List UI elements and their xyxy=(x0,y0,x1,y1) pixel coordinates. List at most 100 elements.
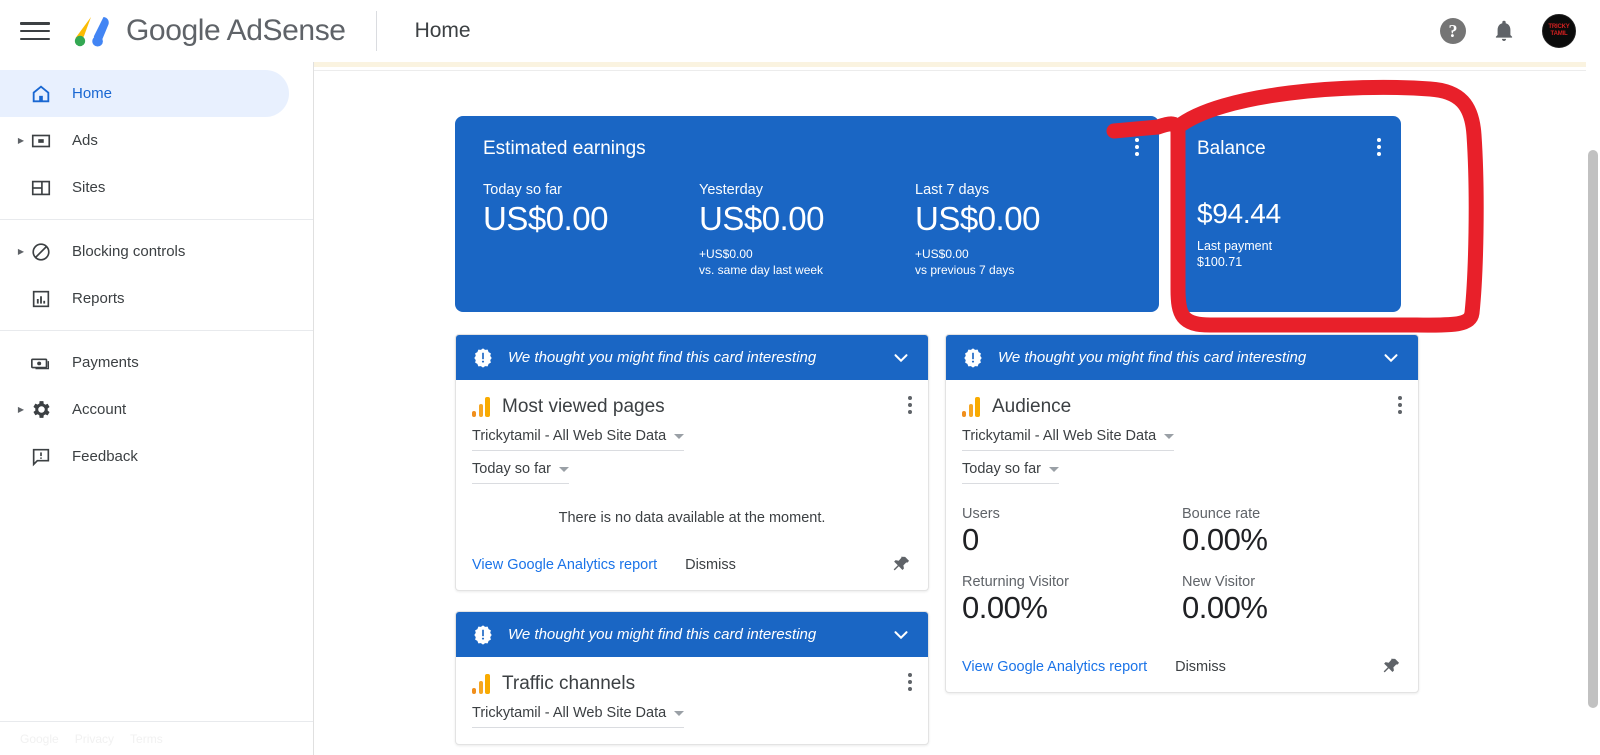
home-icon xyxy=(28,83,54,105)
property-select[interactable]: Trickytamil - All Web Site Data xyxy=(962,428,1175,451)
brand-logo[interactable]: Google AdSense xyxy=(72,14,346,48)
pin-icon[interactable] xyxy=(1380,656,1402,678)
earnings-card-menu-icon[interactable] xyxy=(1135,138,1139,156)
sidebar-item-sites[interactable]: Sites xyxy=(0,164,289,211)
summary-row: Estimated earnings Today so far US$0.00 … xyxy=(455,116,1401,312)
chevron-right-icon[interactable]: ▶ xyxy=(14,136,28,145)
chevron-right-icon[interactable]: ▶ xyxy=(14,405,28,414)
card-body: Most viewed pages Trickytamil - All Web … xyxy=(456,380,928,536)
stat-returning-visitor: Returning Visitor 0.00% xyxy=(962,574,1182,638)
avatar-line-2: TAMIL xyxy=(1550,31,1568,37)
sidebar-footer: Google Privacy Terms xyxy=(0,721,313,755)
main-content: Estimated earnings Today so far US$0.00 … xyxy=(314,62,1600,755)
chevron-down-icon[interactable] xyxy=(890,347,912,369)
banner-text: We thought you might find this card inte… xyxy=(508,626,817,643)
estimated-earnings-card: Estimated earnings Today so far US$0.00 … xyxy=(455,116,1159,312)
right-card-column: We thought you might find this card inte… xyxy=(945,334,1419,713)
sidebar-item-feedback[interactable]: Feedback xyxy=(0,433,289,480)
metric-delta: +US$0.00 vs previous 7 days xyxy=(915,246,1131,278)
reports-icon xyxy=(28,288,54,310)
sidebar-item-label: Payments xyxy=(72,354,139,371)
metric-delta: +US$0.00 vs. same day last week xyxy=(699,246,915,278)
chevron-right-icon[interactable]: ▶ xyxy=(14,247,28,256)
footer-google-label: Google xyxy=(20,731,59,746)
property-value: Trickytamil - All Web Site Data xyxy=(472,705,667,721)
pin-icon[interactable] xyxy=(890,554,912,576)
chevron-down-icon xyxy=(559,466,569,472)
stat-value: 0.00% xyxy=(1182,522,1268,557)
feedback-icon xyxy=(28,446,54,468)
avatar[interactable]: TRICKY TAMIL xyxy=(1542,14,1576,48)
card-menu-icon[interactable] xyxy=(908,673,912,691)
sidebar-item-account[interactable]: ▶ Account xyxy=(0,386,289,433)
sidebar-item-payments[interactable]: Payments xyxy=(0,339,289,386)
card-header: Most viewed pages xyxy=(472,396,912,418)
metric-label: Last 7 days xyxy=(915,182,990,198)
card-header: Traffic channels xyxy=(472,673,912,695)
badge-alert-icon xyxy=(474,624,492,645)
sidebar-item-reports[interactable]: Reports xyxy=(0,275,289,322)
dismiss-button[interactable]: Dismiss xyxy=(1175,659,1226,675)
card-title: Audience xyxy=(992,396,1072,417)
google-analytics-icon xyxy=(472,397,490,417)
sites-icon xyxy=(28,177,54,199)
metric-delta-value: +US$0.00 xyxy=(699,247,753,261)
suggestion-banner: We thought you might find this card inte… xyxy=(456,612,928,657)
property-select-row: Trickytamil - All Web Site Data xyxy=(472,695,912,728)
metric-value: US$0.00 xyxy=(483,200,608,237)
audience-stats: Users 0 Bounce rate 0.00% Returning Visi… xyxy=(962,506,1402,638)
balance-card-menu-icon[interactable] xyxy=(1377,138,1381,156)
vertical-scrollbar-thumb[interactable] xyxy=(1588,150,1598,708)
property-select-row: Trickytamil - All Web Site Data xyxy=(472,418,912,451)
card-menu-icon[interactable] xyxy=(1398,396,1402,414)
stat-bounce-rate: Bounce rate 0.00% xyxy=(1182,506,1402,570)
nav-group-1: Home ▶ Ads Sites xyxy=(0,62,313,219)
banner-text: We thought you might find this card inte… xyxy=(508,349,817,366)
vertical-scrollbar-track[interactable] xyxy=(1586,62,1600,755)
card-title: Balance xyxy=(1197,138,1266,159)
stat-label: Users xyxy=(962,506,1000,522)
date-range-select[interactable]: Today so far xyxy=(472,461,569,484)
stat-users: Users 0 xyxy=(962,506,1182,570)
ads-icon xyxy=(28,130,54,152)
footer-privacy-link[interactable]: Privacy xyxy=(75,732,114,746)
audience-card: We thought you might find this card inte… xyxy=(945,334,1419,693)
chevron-down-icon xyxy=(1164,433,1175,439)
sidebar-item-label: Ads xyxy=(72,132,98,149)
card-menu-icon[interactable] xyxy=(908,396,912,414)
view-analytics-report-link[interactable]: View Google Analytics report xyxy=(472,557,657,573)
sidebar-item-label: Blocking controls xyxy=(72,243,186,260)
footer-terms-link[interactable]: Terms xyxy=(130,732,163,746)
bell-icon[interactable] xyxy=(1492,19,1516,43)
empty-state-text: There is no data available at the moment… xyxy=(558,510,826,526)
sidebar-item-home[interactable]: Home xyxy=(0,70,289,117)
date-range-select[interactable]: Today so far xyxy=(962,461,1059,484)
hamburger-icon[interactable] xyxy=(20,19,50,43)
most-viewed-pages-card: We thought you might find this card inte… xyxy=(455,334,929,591)
sidebar-item-label: Home xyxy=(72,85,113,102)
app-header: Google AdSense Home ? TRICKY TAMIL xyxy=(0,0,1600,62)
sidebar-item-label: Account xyxy=(72,401,127,418)
chevron-down-icon xyxy=(1049,466,1059,472)
sidebar-item-blocking-controls[interactable]: ▶ Blocking controls xyxy=(0,228,289,275)
property-select[interactable]: Trickytamil - All Web Site Data xyxy=(472,705,685,728)
metric-today: Today so far US$0.00 xyxy=(483,182,699,278)
page-title: Home xyxy=(414,19,471,42)
view-analytics-report-link[interactable]: View Google Analytics report xyxy=(962,659,1147,675)
help-icon[interactable]: ? xyxy=(1440,18,1466,44)
range-value: Today so far xyxy=(962,461,1041,477)
range-value: Today so far xyxy=(472,461,551,477)
block-icon xyxy=(28,241,54,263)
avatar-line-1: TRICKY xyxy=(1548,24,1570,30)
sidebar-item-label: Sites xyxy=(72,179,106,196)
header-divider xyxy=(375,11,377,51)
chevron-down-icon[interactable] xyxy=(1380,347,1402,369)
chevron-down-icon[interactable] xyxy=(890,624,912,646)
stat-value: 0.00% xyxy=(1182,590,1268,625)
dashboard-body: Estimated earnings Today so far US$0.00 … xyxy=(314,62,1600,755)
sidebar-item-ads[interactable]: ▶ Ads xyxy=(0,117,289,164)
dismiss-button[interactable]: Dismiss xyxy=(685,557,736,573)
sidebar-item-label: Feedback xyxy=(72,448,138,465)
brand-text: Google AdSense xyxy=(126,14,346,47)
property-select[interactable]: Trickytamil - All Web Site Data xyxy=(472,428,685,451)
